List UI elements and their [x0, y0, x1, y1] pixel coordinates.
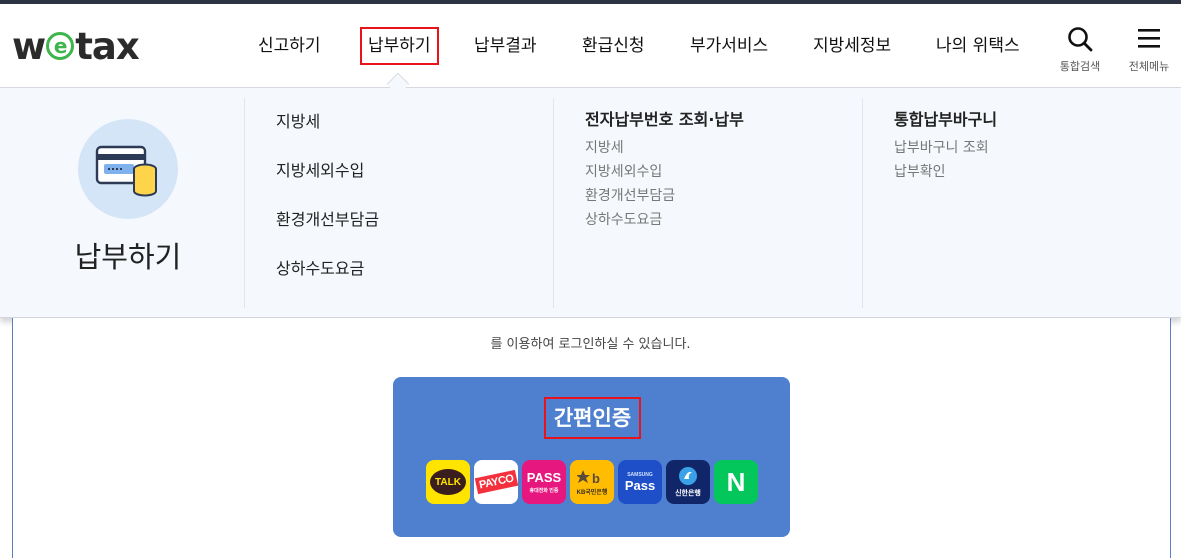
samsung-pass-icon: Pass [624, 477, 656, 493]
kakao-talk-icon: TALK [430, 469, 466, 495]
mega-menu-panel: 납부하기 지방세 지방세외수입 환경개선부담금 상하수도요금 전자납부번호 조회… [0, 88, 1181, 318]
menu-non-tax-revenue[interactable]: 지방세외수입 [276, 157, 364, 181]
search-label: 통합검색 [1059, 60, 1101, 73]
wetax-logo[interactable]: w e tax [12, 24, 140, 68]
full-menu-label: 전체메뉴 [1128, 60, 1170, 73]
full-menu-button[interactable]: 전체메뉴 [1121, 26, 1177, 74]
mega-col-basket: 통합납부바구니 납부바구니 조회 납부확인 [862, 98, 1181, 308]
mega-menu-category: 납부하기 [0, 88, 244, 318]
menu-local-tax[interactable]: 지방세 [276, 108, 320, 132]
nav-local-tax-info[interactable]: 지방세정보 [813, 26, 891, 66]
mega-col-payment: 지방세 지방세외수입 환경개선부담금 상하수도요금 [244, 98, 554, 308]
logo-text-w: w [12, 24, 46, 68]
epay-local-tax[interactable]: 지방세 [585, 137, 624, 157]
kb-sub-label: KB국민은행 [576, 490, 608, 496]
logo-e-mark: e [46, 32, 75, 60]
nav-payment-active[interactable]: 납부하기 [360, 27, 439, 65]
epay-lookup-heading[interactable]: 전자납부번호 조회·납부 [585, 106, 744, 130]
epay-water-fee[interactable]: 상하수도요금 [585, 209, 662, 229]
pass-auth-button[interactable]: PASS 휴대전화 인증 [522, 460, 566, 504]
nav-refund[interactable]: 환급신청 [582, 26, 645, 66]
card-coins-icon [95, 145, 157, 197]
nav-extra-services[interactable]: 부가서비스 [690, 26, 768, 66]
naver-auth-button[interactable]: N [714, 460, 758, 504]
shinhan-label: 신한은행 [675, 490, 701, 497]
kb-bank-auth-button[interactable]: b KB국민은행 [570, 460, 614, 504]
naver-icon: N [726, 466, 746, 497]
basket-lookup[interactable]: 납부바구니 조회 [894, 137, 989, 157]
logo-text-tax: tax [75, 24, 140, 68]
kb-star-icon: b [577, 470, 600, 486]
basket-heading[interactable]: 통합납부바구니 [894, 106, 997, 130]
epay-non-tax-revenue[interactable]: 지방세외수입 [585, 161, 662, 181]
nav-my-wetax[interactable]: 나의 위택스 [936, 26, 1020, 66]
integrated-search-button[interactable]: 통합검색 [1052, 26, 1108, 74]
shinhan-logo-icon [679, 467, 697, 485]
mega-col-epay-lookup: 전자납부번호 조회·납부 지방세 지방세외수입 환경개선부담금 상하수도요금 [553, 98, 863, 308]
samsung-pass-auth-button[interactable]: SAMSUNG Pass [618, 460, 662, 504]
nav-report[interactable]: 신고하기 [258, 26, 321, 66]
hamburger-menu-icon [1138, 29, 1160, 48]
menu-environment-charge[interactable]: 환경개선부담금 [276, 206, 379, 230]
pass-sub-label: 휴대전화 인증 [529, 488, 559, 494]
epay-environment-charge[interactable]: 환경개선부담금 [585, 185, 675, 205]
site-header: w e tax 신고하기 납부하기 납부결과 환급신청 부가서비스 지방세정보 나의… [0, 4, 1181, 88]
menu-water-fee[interactable]: 상하수도요금 [276, 255, 364, 279]
login-notice-text: 를 이용하여 로그인하실 수 있습니다. [490, 337, 691, 352]
shinhan-bank-auth-button[interactable]: 신한은행 [666, 460, 710, 504]
payco-auth-button[interactable]: PAYCO [474, 460, 518, 504]
mega-menu-title: 납부하기 [74, 240, 182, 274]
payco-icon: PAYCO [474, 469, 518, 495]
payment-illustration-circle [78, 119, 178, 219]
kakao-talk-auth-button[interactable]: TALK [426, 460, 470, 504]
nav-payment-result[interactable]: 납부결과 [474, 26, 537, 66]
easy-auth-title[interactable]: 간편인증 [544, 397, 641, 439]
pass-icon: PASS [526, 470, 562, 485]
svg-text:b: b [592, 471, 600, 486]
search-icon [1068, 27, 1093, 52]
payment-confirm[interactable]: 납부확인 [894, 161, 946, 181]
